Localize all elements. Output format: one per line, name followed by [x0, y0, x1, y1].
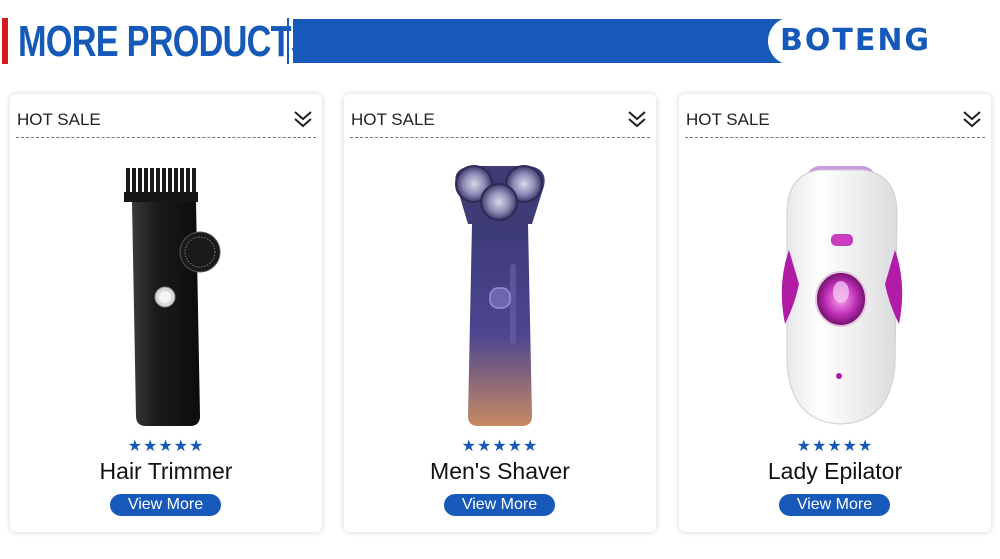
rating-stars: ★★★★★	[796, 436, 874, 455]
view-more-button[interactable]: View More	[779, 494, 890, 516]
product-card-hair-trimmer[interactable]: HOT SALE ★★★★★ Hair Trimmer View More	[10, 94, 322, 532]
view-more-button[interactable]: View More	[110, 494, 221, 516]
hot-sale-label: HOT SALE	[351, 110, 435, 129]
chevron-double-down-icon[interactable]	[292, 109, 314, 129]
accent-bar	[2, 18, 8, 64]
rating-stars: ★★★★★	[127, 436, 205, 455]
hot-sale-label: HOT SALE	[686, 110, 770, 129]
product-name[interactable]: Lady Epilator	[679, 458, 991, 485]
card-header: HOT SALE	[350, 106, 650, 138]
section-title: MORE PRODUCTS	[18, 17, 314, 66]
chevron-double-down-icon[interactable]	[626, 109, 648, 129]
shaver-image[interactable]	[344, 154, 656, 434]
title-divider	[287, 18, 289, 64]
hair-trimmer-image[interactable]	[10, 154, 322, 434]
product-card-mens-shaver[interactable]: HOT SALE ★★★★★ Men's Shaver View More	[344, 94, 656, 532]
product-card-lady-epilator[interactable]: HOT SALE ★★★★★ Lady Epilator View More	[679, 94, 991, 532]
hot-sale-label: HOT SALE	[17, 110, 101, 129]
card-header: HOT SALE	[685, 106, 985, 138]
brand-logo[interactable]: BOTENG	[780, 20, 931, 62]
page-header: MORE PRODUCTS BOTENG	[0, 0, 1000, 82]
view-more-button[interactable]: View More	[444, 494, 555, 516]
rating-stars: ★★★★★	[461, 436, 539, 455]
epilator-image[interactable]	[679, 154, 991, 434]
product-name[interactable]: Men's Shaver	[344, 458, 656, 485]
product-name[interactable]: Hair Trimmer	[10, 458, 322, 485]
card-header: HOT SALE	[16, 106, 316, 138]
chevron-double-down-icon[interactable]	[961, 109, 983, 129]
